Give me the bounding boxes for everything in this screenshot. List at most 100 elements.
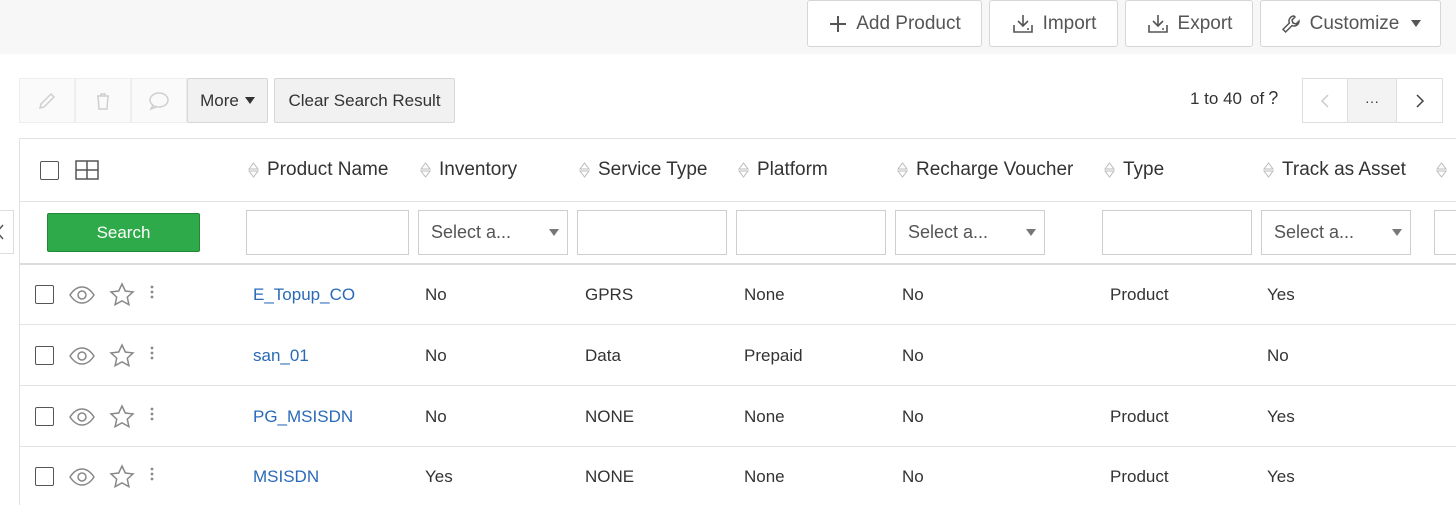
filter-row: Search Select a... Select a... Select a.… [20, 202, 1456, 265]
more-vertical-icon[interactable] [149, 447, 155, 505]
page-range: 1 to 40 [1190, 88, 1242, 108]
prev-page-button[interactable] [1302, 78, 1347, 123]
track-as-asset-cell: Yes [1267, 466, 1295, 486]
product-name-link[interactable]: MSISDN [253, 447, 319, 505]
sort-icon [1436, 162, 1447, 178]
plus-icon [830, 15, 847, 32]
platform-cell: None [744, 406, 785, 426]
track-as-asset-cell: Yes [1267, 284, 1295, 304]
type-cell: Product [1110, 466, 1169, 486]
platform-cell: None [744, 466, 785, 486]
more-vertical-icon[interactable] [149, 387, 155, 446]
pencil-icon [38, 92, 56, 109]
search-button[interactable]: Search [47, 213, 200, 252]
page-of-label: of [1250, 88, 1265, 108]
recharge-voucher-filter-select[interactable]: Select a... [895, 210, 1045, 255]
customize-label: Customize [1309, 12, 1400, 34]
recharge-voucher-cell: No [902, 466, 924, 486]
service-type-cell: NONE [585, 406, 635, 426]
edit-button[interactable] [19, 78, 75, 123]
row-checkbox[interactable] [35, 326, 54, 385]
star-icon[interactable] [109, 387, 135, 446]
eye-icon[interactable] [68, 387, 96, 446]
platform-cell: None [744, 284, 785, 304]
star-icon[interactable] [109, 326, 135, 385]
more-label: More [200, 90, 239, 110]
recharge-voucher-cell: No [902, 284, 924, 304]
track-as-asset-filter-select[interactable]: Select a... [1261, 210, 1411, 255]
star-icon[interactable] [109, 447, 135, 505]
clear-search-label: Clear Search Result [288, 90, 441, 110]
service-type-filter-input[interactable] [577, 210, 727, 255]
product-name-filter-input[interactable] [246, 210, 409, 255]
column-layout-icon[interactable] [75, 139, 99, 201]
more-vertical-icon[interactable] [149, 326, 155, 385]
type-cell: Product [1110, 406, 1169, 426]
chevron-down-icon [1026, 229, 1036, 236]
row-checkbox[interactable] [35, 387, 54, 446]
platform-filter-input[interactable] [736, 210, 886, 255]
track-as-asset-cell: Yes [1267, 406, 1295, 426]
eye-icon[interactable] [68, 265, 96, 324]
add-product-button[interactable]: Add Product [807, 0, 982, 47]
more-button[interactable]: More [187, 78, 268, 123]
table-header-row: Product Name Inventory Service Type Plat… [20, 139, 1456, 202]
inventory-cell: No [425, 406, 447, 426]
comment-button[interactable] [131, 78, 187, 123]
inventory-filter-select[interactable]: Select a... [418, 210, 568, 255]
sort-icon [579, 162, 590, 178]
column-header-inventory[interactable]: Inventory [420, 139, 517, 201]
chevron-left-icon [0, 224, 4, 240]
next-page-button[interactable] [1397, 78, 1443, 123]
inventory-cell: Yes [425, 466, 453, 486]
clear-search-button[interactable]: Clear Search Result [274, 78, 455, 123]
comment-icon [149, 91, 169, 110]
product-name-link[interactable]: E_Topup_CO [253, 265, 355, 324]
sort-icon [248, 162, 259, 178]
eye-icon[interactable] [68, 326, 96, 385]
column-header-type[interactable]: Type [1104, 139, 1164, 201]
service-type-cell: Data [585, 345, 621, 365]
star-icon[interactable] [109, 265, 135, 324]
eye-icon[interactable] [68, 447, 96, 505]
product-name-link[interactable]: PG_MSISDN [253, 387, 353, 446]
select-all-checkbox[interactable] [40, 139, 59, 201]
ellipsis-label: ··· [1365, 92, 1379, 109]
column-header-product-name[interactable]: Product Name [248, 139, 388, 201]
row-checkbox[interactable] [35, 265, 54, 324]
column-header-next-sort[interactable] [1436, 139, 1447, 201]
import-label: Import [1042, 12, 1097, 34]
table-row[interactable]: san_01 No Data Prepaid No No [20, 326, 1456, 386]
product-name-link[interactable]: san_01 [253, 326, 309, 385]
delete-button[interactable] [75, 78, 131, 123]
type-cell: Product [1110, 284, 1169, 304]
page-ellipsis-button[interactable]: ··· [1347, 78, 1397, 123]
service-type-cell: GPRS [585, 284, 634, 304]
scroll-left-button[interactable] [0, 210, 14, 254]
table-row[interactable]: E_Topup_CO No GPRS None No Product Yes [20, 265, 1456, 325]
type-filter-input[interactable] [1102, 210, 1252, 255]
chevron-down-icon [1392, 229, 1402, 236]
column-header-service-type[interactable]: Service Type [579, 139, 707, 201]
trash-icon [97, 92, 109, 110]
add-product-label: Add Product [856, 12, 961, 34]
chevron-down-icon [244, 97, 255, 104]
row-checkbox[interactable] [35, 447, 54, 505]
column-header-platform[interactable]: Platform [738, 139, 828, 201]
more-vertical-icon[interactable] [149, 265, 155, 324]
recharge-voucher-cell: No [902, 406, 924, 426]
column-header-recharge-voucher[interactable]: Recharge Voucher [897, 139, 1073, 201]
export-button[interactable]: Export [1125, 0, 1253, 47]
next-column-filter-input[interactable] [1434, 210, 1456, 255]
import-button[interactable]: Import [989, 0, 1118, 47]
total-unknown-icon[interactable]: ? [1268, 88, 1278, 109]
sort-icon [1104, 162, 1115, 178]
table-row[interactable]: PG_MSISDN No NONE None No Product Yes [20, 387, 1456, 447]
customize-button[interactable]: Customize [1260, 0, 1441, 47]
chevron-down-icon [1411, 20, 1422, 27]
sort-icon [738, 162, 749, 178]
import-icon [1012, 14, 1033, 33]
table-row[interactable]: MSISDN Yes NONE None No Product Yes [20, 447, 1456, 505]
top-header: Add Product Import Export Customize [0, 0, 1456, 54]
column-header-track-as-asset[interactable]: Track as Asset [1263, 139, 1406, 201]
